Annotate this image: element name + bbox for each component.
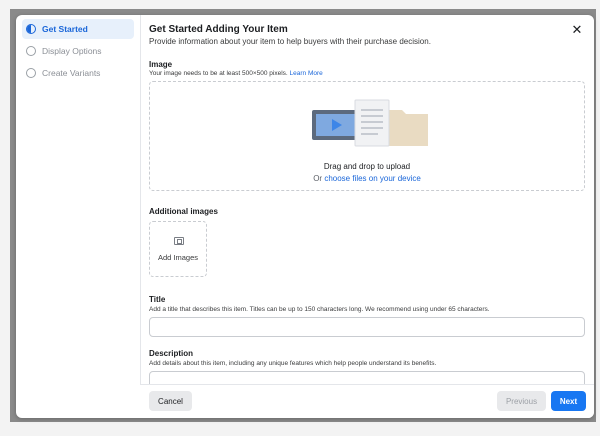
step-display-options[interactable]: Display Options [22, 41, 134, 61]
description-label: Description [149, 349, 194, 358]
step-status-icon [26, 24, 36, 34]
additional-images-label: Additional images [149, 207, 218, 216]
step-label: Create Variants [42, 68, 101, 78]
image-help-text: Your image needs to be at least 500×500 … [149, 70, 288, 77]
title-label: Title [149, 295, 166, 304]
steps-sidebar: Get Started Display Options Create Varia… [16, 15, 140, 418]
previous-button[interactable]: Previous [497, 391, 546, 411]
image-icon [174, 237, 184, 245]
dialog-footer: Cancel Previous Next [140, 384, 594, 418]
step-create-variants[interactable]: Create Variants [22, 63, 134, 83]
step-label: Get Started [42, 24, 88, 34]
description-help: Add details about this item, including a… [149, 360, 437, 367]
step-label: Display Options [42, 46, 102, 56]
title-help: Add a title that describes this item. Ti… [149, 306, 490, 313]
cancel-button[interactable]: Cancel [149, 391, 192, 411]
upload-illustration-icon [312, 99, 428, 147]
choose-files-row: Or choose files on your device [150, 174, 584, 183]
add-images-label: Add Images [157, 253, 199, 262]
add-images-button[interactable]: Add Images [149, 221, 207, 277]
page-subtitle: Provide information about your item to h… [149, 37, 431, 46]
sidebar-divider [140, 15, 141, 418]
step-status-icon [26, 68, 36, 78]
step-get-started[interactable]: Get Started [22, 19, 134, 39]
title-input[interactable] [149, 317, 585, 337]
add-item-dialog: Get Started Display Options Create Varia… [16, 15, 594, 418]
close-icon[interactable]: ✕ [570, 23, 584, 37]
image-dropzone[interactable]: Drag and drop to upload Or choose files … [149, 81, 585, 191]
image-label: Image [149, 60, 173, 69]
main-content: Get Started Adding Your Item Provide inf… [149, 15, 594, 418]
or-text: Or [313, 174, 323, 183]
image-help: Your image needs to be at least 500×500 … [149, 70, 323, 77]
drop-instructions: Drag and drop to upload [323, 162, 411, 171]
learn-more-link[interactable]: Learn More [290, 70, 323, 77]
next-button[interactable]: Next [551, 391, 586, 411]
page-title: Get Started Adding Your Item [149, 24, 288, 35]
choose-files-link[interactable]: choose files on your device [324, 174, 421, 183]
step-status-icon [26, 46, 36, 56]
